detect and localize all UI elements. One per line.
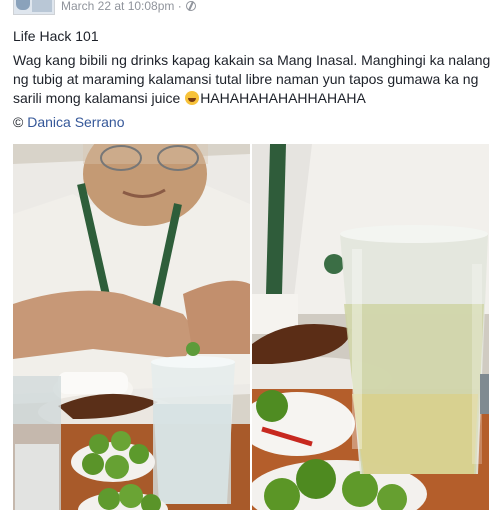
post-text: Life Hack 101 Wag kang bibili ng drinks … [13,27,491,132]
photo-left-illustration [13,144,250,510]
post-title: Life Hack 101 [13,28,99,44]
post-timestamp[interactable]: March 22 at 10:08pm · [61,0,182,13]
photo-credit: © Danica Serrano [13,114,125,130]
photo-right[interactable] [252,144,489,510]
globe-icon[interactable] [186,1,196,11]
post-body: Wag kang bibili ng drinks kapag kakain s… [13,52,491,106]
avatar[interactable] [13,0,55,15]
photo-left[interactable] [13,144,250,510]
credit-link[interactable]: Danica Serrano [27,114,124,130]
photo-right-illustration [252,144,489,510]
laughing-face-emoji-icon [185,91,200,105]
post-header: March 22 at 10:08pm · [0,0,499,18]
